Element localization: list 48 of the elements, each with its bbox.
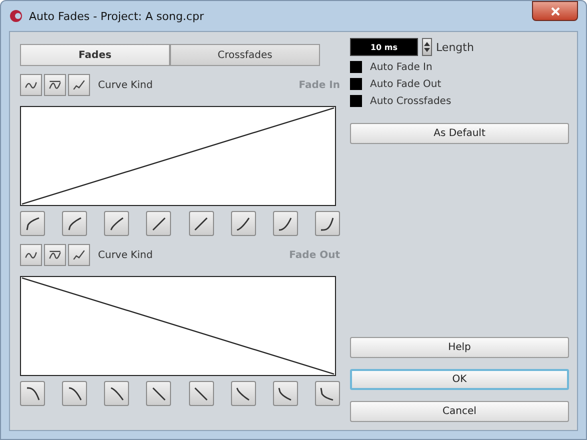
curve-shape-button[interactable]: [230, 381, 256, 406]
curve-shape-button[interactable]: [230, 211, 256, 236]
length-field[interactable]: 10 ms: [350, 38, 418, 56]
dialog-button[interactable]: OK: [350, 369, 569, 390]
curve-shape-button[interactable]: [146, 381, 172, 406]
curve-kind-button[interactable]: [68, 244, 90, 266]
curve-kind-label: Curve Kind: [98, 80, 153, 90]
checkbox[interactable]: [350, 78, 362, 90]
tab[interactable]: Crossfades: [170, 44, 320, 66]
checkbox[interactable]: [350, 95, 362, 107]
app-icon: [9, 9, 23, 23]
spin-button[interactable]: [422, 38, 432, 56]
curve-kind-button[interactable]: [20, 74, 42, 96]
curve-shape-button[interactable]: [62, 211, 88, 236]
curve-shape-button[interactable]: [146, 211, 172, 236]
dialog-button[interactable]: Help: [350, 337, 569, 358]
option-label: Auto Fade In: [370, 62, 432, 72]
fade-curve-graph[interactable]: [20, 106, 336, 206]
curve-kind-label: Curve Kind: [98, 250, 153, 260]
close-icon: [550, 6, 560, 16]
section-title: Fade Out: [289, 250, 340, 260]
curve-shape-button[interactable]: [272, 381, 298, 406]
dialog-button[interactable]: Cancel: [350, 401, 569, 422]
curve-shape-button[interactable]: [314, 381, 340, 406]
option-label: Auto Fade Out: [370, 78, 442, 90]
curve-shape-button[interactable]: [62, 381, 88, 406]
curve-kind-button[interactable]: [44, 74, 66, 96]
curve-shape-button[interactable]: [104, 381, 130, 406]
section-title: Fade In: [298, 80, 340, 90]
curve-kind-button[interactable]: [20, 244, 42, 266]
curve-shape-button[interactable]: [314, 211, 340, 236]
curve-shape-button[interactable]: [20, 211, 45, 236]
spinner-icon: [424, 41, 430, 53]
fade-curve-graph[interactable]: [20, 276, 336, 376]
curve-kind-button[interactable]: [68, 74, 90, 96]
as-default-button[interactable]: As Default: [350, 123, 569, 144]
curve-shape-button[interactable]: [104, 211, 130, 236]
close-button[interactable]: [532, 1, 578, 21]
curve-shape-button[interactable]: [272, 211, 298, 236]
curve-kind-button[interactable]: [44, 244, 66, 266]
curve-shape-button[interactable]: [20, 381, 45, 406]
curve-shape-button[interactable]: [188, 211, 214, 236]
curve-shape-button[interactable]: [188, 381, 214, 406]
checkbox[interactable]: [350, 61, 362, 73]
option-label: Auto Crossfades: [370, 96, 452, 106]
length-label: Length: [436, 40, 474, 54]
tab[interactable]: Fades: [20, 44, 170, 66]
window-title: Auto Fades - Project: A song.cpr: [29, 10, 204, 22]
